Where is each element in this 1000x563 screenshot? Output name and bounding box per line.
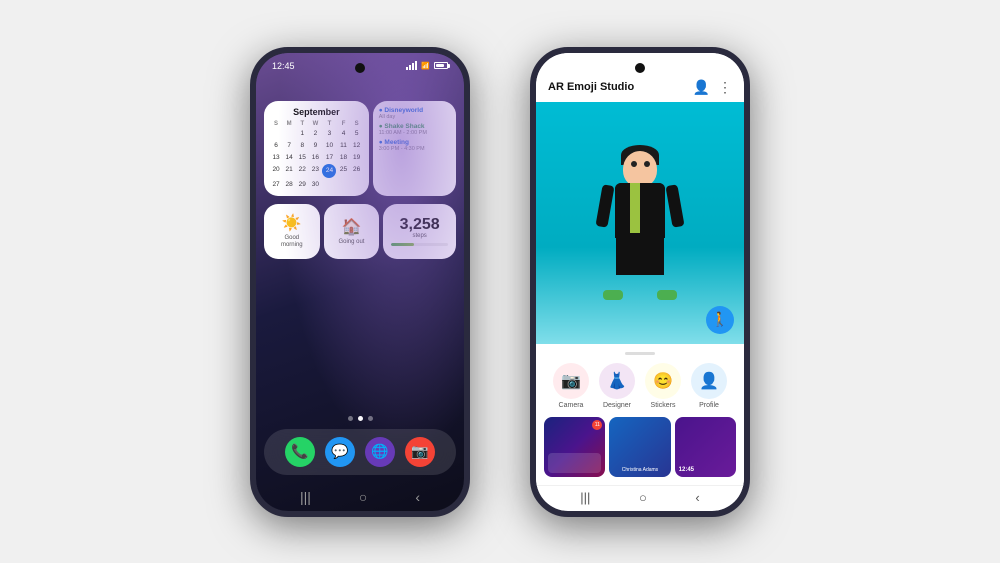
today-date: 24	[322, 164, 336, 178]
ar-menu-camera[interactable]: 📷 Camera	[553, 363, 589, 409]
ar-menu-icons: 📷 Camera 👗 Designer 😊 Stickers 👤 Profile	[536, 363, 744, 409]
going-out-widget[interactable]: 🏠 Going out	[324, 204, 380, 259]
page-dots	[256, 416, 464, 421]
ar-more-icon[interactable]: ⋮	[718, 79, 732, 96]
camera-app-icon[interactable]: 📷	[405, 437, 435, 467]
wallpaper-space	[256, 263, 464, 416]
navigation-bar-right: ||| ○ ‹	[536, 485, 744, 511]
ar-avatar-area: 🚶	[536, 102, 744, 344]
browser-app-icon[interactable]: 🌐	[365, 437, 395, 467]
nav-recent-button[interactable]: |||	[300, 489, 311, 505]
steps-count: 3,258	[400, 217, 440, 233]
sun-icon: ☀️	[282, 213, 302, 233]
home-icon: 🏠	[342, 217, 362, 237]
avatar-arm-right	[665, 184, 684, 227]
nav-home-button-right[interactable]: ○	[639, 490, 647, 505]
good-morning-widget[interactable]: ☀️ Goodmorning	[264, 204, 320, 259]
left-phone-screen: 12:45 📶 September S M T W T	[256, 53, 464, 511]
calendar-month: September	[270, 107, 363, 117]
calendar-events-row: September S M T W T F S 1 2 3 4 5	[264, 101, 456, 196]
sticker-thumb-2[interactable]: Christina Adams	[609, 417, 670, 477]
avatar-eye	[631, 161, 637, 167]
nav-back-button-right[interactable]: ‹	[695, 490, 699, 505]
front-camera	[355, 63, 365, 73]
calendar-widget[interactable]: September S M T W T F S 1 2 3 4 5	[264, 101, 369, 196]
steps-widget[interactable]: 3,258 steps	[383, 204, 456, 259]
front-camera-right	[635, 63, 645, 73]
right-phone-screen: AR Emoji Studio 👤 ⋮	[536, 53, 744, 511]
camera-menu-icon: 📷	[553, 363, 589, 399]
avatar-jacket-detail	[615, 183, 665, 238]
wifi-icon: 📶	[421, 62, 430, 70]
ar-menu-stickers[interactable]: 😊 Stickers	[645, 363, 681, 409]
designer-menu-icon: 👗	[599, 363, 635, 399]
avatar-figure	[595, 145, 685, 300]
going-out-label: Going out	[338, 239, 364, 246]
ar-person-icon[interactable]: 👤	[693, 79, 710, 96]
avatar-eye	[644, 161, 650, 167]
stickers-menu-icon: 😊	[645, 363, 681, 399]
drag-handle	[625, 352, 655, 355]
event-item: ● Disneyworld All day	[379, 107, 450, 120]
nav-home-button[interactable]: ○	[359, 489, 367, 505]
ar-menu-designer[interactable]: 👗 Designer	[599, 363, 635, 409]
sticker-time: 12:45	[679, 467, 694, 473]
ar-bottom-panel: 📷 Camera 👗 Designer 😊 Stickers 👤 Profile	[536, 344, 744, 485]
ar-menu-profile[interactable]: 👤 Profile	[691, 363, 727, 409]
page-dot	[348, 416, 353, 421]
right-phone: AR Emoji Studio 👤 ⋮	[530, 47, 750, 517]
sticker-badge: 11	[592, 420, 602, 430]
avatar-shoe-right	[657, 290, 677, 300]
event-item: ● Shake Shack 11:00 AM - 2:00 PM	[379, 123, 450, 136]
page-dot	[368, 416, 373, 421]
walk-mode-button[interactable]: 🚶	[706, 306, 734, 334]
nav-back-button[interactable]: ‹	[415, 489, 420, 505]
sticker-thumb-1[interactable]: 11	[544, 417, 605, 477]
status-time: 12:45	[272, 61, 295, 71]
page-dot-active	[358, 416, 363, 421]
avatar-head	[623, 151, 657, 187]
signal-icon	[406, 61, 417, 70]
sticker-row: 11 Christina Adams 12:45	[536, 417, 744, 481]
steps-bar-fill	[391, 243, 414, 246]
steps-progress-bar	[391, 243, 448, 246]
sticker-thumb-3[interactable]: 12:45	[675, 417, 736, 477]
avatar-jacket	[615, 183, 665, 238]
avatar-pants	[616, 233, 664, 275]
ar-top-actions: 👤 ⋮	[693, 79, 732, 96]
event-item: ● Meeting 3:00 PM - 4:30 PM	[379, 139, 450, 152]
sticker-person-name: Christina Adams	[613, 467, 666, 473]
app-dock: 📞 💬 🌐 📷	[264, 429, 456, 475]
calendar-grid: S M T W T F S 1 2 3 4 5 6	[270, 121, 363, 190]
battery-icon	[434, 62, 448, 69]
avatar-shoe-left	[603, 290, 623, 300]
phone-app-icon[interactable]: 📞	[285, 437, 315, 467]
left-phone: 12:45 📶 September S M T W T	[250, 47, 470, 517]
widgets-row: ☀️ Goodmorning 🏠 Going out 3,258 steps	[264, 204, 456, 259]
profile-menu-icon: 👤	[691, 363, 727, 399]
messages-app-icon[interactable]: 💬	[325, 437, 355, 467]
navigation-bar: ||| ○ ‹	[256, 483, 464, 511]
nav-recent-button-right[interactable]: |||	[580, 490, 590, 505]
events-widget[interactable]: ● Disneyworld All day ● Shake Shack 11:0…	[373, 101, 456, 196]
avatar-arm-left	[595, 184, 614, 227]
ar-app-title: AR Emoji Studio	[548, 81, 634, 93]
ar-top-bar: AR Emoji Studio 👤 ⋮	[536, 53, 744, 102]
